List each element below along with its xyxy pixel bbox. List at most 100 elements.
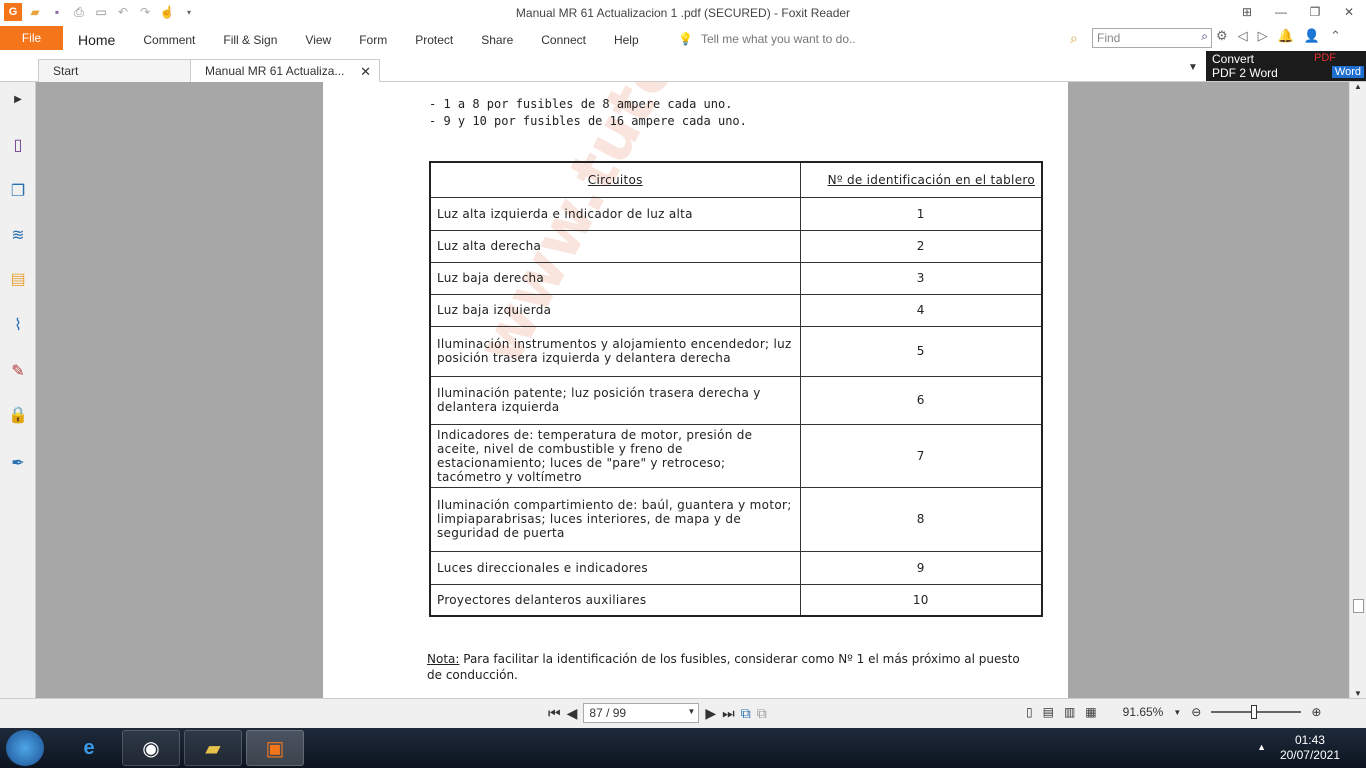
zoom-slider-knob[interactable] bbox=[1251, 705, 1258, 719]
number-cell: 8 bbox=[799, 486, 1043, 552]
scroll-down-icon[interactable]: ▼ bbox=[1354, 689, 1362, 698]
next-page-icon[interactable]: ▶ bbox=[705, 705, 716, 722]
number-cell: 1 bbox=[799, 196, 1043, 231]
grid-icon[interactable]: ⊞ bbox=[1230, 0, 1264, 24]
fuse-table: Circuitos Nº de identificación en el tab… bbox=[429, 161, 1043, 617]
pages-icon[interactable]: ❐ bbox=[7, 180, 29, 202]
expand-panel-icon[interactable]: ▶ bbox=[7, 88, 29, 110]
convert-pdf-to-word-ad[interactable]: Convert PDF 2 Word PDF Word bbox=[1206, 51, 1366, 81]
close-tab-icon[interactable]: ✕ bbox=[360, 64, 371, 80]
facing-page-icon[interactable]: ▥ bbox=[1064, 705, 1075, 719]
number-cell: 3 bbox=[799, 261, 1043, 295]
zoom-out-icon[interactable]: ⊖ bbox=[1191, 705, 1201, 719]
search-icon[interactable]: ⌕ bbox=[1201, 29, 1208, 44]
circuit-cell: Indicadores de: temperatura de motor, pr… bbox=[429, 423, 801, 488]
user-icon[interactable]: 👤 bbox=[1304, 28, 1320, 44]
zoom-dropdown-icon[interactable]: ▼ bbox=[1173, 708, 1181, 717]
scroll-thumb[interactable] bbox=[1353, 599, 1364, 613]
table-row: Luz baja izquierda 4 bbox=[429, 293, 1043, 327]
table-row: Luz alta izquierda e indicador de luz al… bbox=[429, 196, 1043, 231]
window-controls: ⊞ — ❐ ✕ bbox=[1230, 0, 1366, 24]
previous-view-icon[interactable]: ⧉ bbox=[741, 705, 751, 722]
menu-connect[interactable]: Connect bbox=[527, 26, 600, 53]
vertical-scrollbar[interactable]: ▲ ▼ bbox=[1349, 82, 1366, 698]
comments-icon[interactable]: ▤ bbox=[7, 268, 29, 290]
foxit-reader-taskbar-icon[interactable]: ▣ bbox=[246, 730, 304, 766]
lock-icon[interactable]: 🔒 bbox=[7, 404, 29, 426]
tray-expand-icon[interactable]: ▲ bbox=[1257, 742, 1266, 752]
scroll-up-icon[interactable]: ▲ bbox=[1354, 82, 1362, 91]
file-explorer-icon[interactable]: ▰ bbox=[184, 730, 242, 766]
search-folder-icon[interactable]: ⌕ bbox=[1070, 30, 1078, 47]
menu-comment[interactable]: Comment bbox=[129, 26, 209, 53]
chrome-icon[interactable]: ◉ bbox=[122, 730, 180, 766]
menu-form[interactable]: Form bbox=[345, 26, 401, 53]
table-row: Indicadores de: temperatura de motor, pr… bbox=[429, 423, 1043, 488]
tab-document-label: Manual MR 61 Actualiza... bbox=[205, 64, 345, 78]
page-indicator: 87 / 99 bbox=[589, 706, 627, 720]
settings-icon[interactable]: ⚙ bbox=[1216, 28, 1228, 44]
tab-start[interactable]: Start bbox=[38, 59, 192, 82]
start-button[interactable] bbox=[6, 730, 44, 766]
window-title: Manual MR 61 Actualizacion 1 .pdf (SECUR… bbox=[515, 6, 851, 20]
zoom-in-icon[interactable]: ⊕ bbox=[1311, 705, 1321, 719]
zoom-slider[interactable] bbox=[1211, 705, 1302, 719]
clock-date: 20/07/2021 bbox=[1279, 748, 1340, 762]
menu-fill-sign[interactable]: Fill & Sign bbox=[209, 26, 291, 53]
bell-icon[interactable]: 🔔 bbox=[1278, 28, 1294, 44]
circuit-cell: Proyectores delanteros auxiliares bbox=[429, 583, 801, 617]
layers-icon[interactable]: ≋ bbox=[7, 224, 29, 246]
collapse-ribbon-icon[interactable]: ⌃ bbox=[1330, 28, 1341, 44]
continuous-facing-icon[interactable]: ▦ bbox=[1085, 705, 1096, 719]
note-block: Nota: Para facilitar la identificación d… bbox=[427, 651, 1027, 683]
tab-list-dropdown-icon[interactable]: ▼ bbox=[1188, 62, 1198, 73]
page-number-input[interactable]: 87 / 99 ▼ bbox=[583, 703, 700, 723]
next-view-icon[interactable]: ⧉ bbox=[757, 705, 767, 722]
next-icon[interactable]: ▷ bbox=[1258, 28, 1268, 44]
ribbon-menu: Home Comment Fill & Sign View Form Prote… bbox=[64, 26, 653, 53]
convert-line1: Convert bbox=[1212, 52, 1255, 66]
header-identificacion: Nº de identificación en el tablero bbox=[799, 161, 1043, 198]
find-input[interactable]: Find ⌕ bbox=[1092, 28, 1212, 48]
number-cell: 6 bbox=[799, 375, 1043, 425]
continuous-page-icon[interactable]: ▤ bbox=[1043, 705, 1054, 719]
prev-icon[interactable]: ◁ bbox=[1238, 28, 1248, 44]
pdf-page: www.tutorino.com - 1 a 8 por fusibles de… bbox=[323, 82, 1068, 698]
menu-help[interactable]: Help bbox=[600, 26, 653, 53]
page-dropdown-icon[interactable]: ▼ bbox=[687, 707, 695, 716]
convert-line2: PDF 2 Word bbox=[1212, 66, 1278, 80]
restore-button[interactable]: ❐ bbox=[1298, 0, 1332, 24]
menu-home[interactable]: Home bbox=[64, 26, 129, 53]
last-page-icon[interactable]: ⏭ bbox=[722, 705, 735, 722]
single-page-icon[interactable]: ▯ bbox=[1026, 705, 1033, 719]
table-header-row: Circuitos Nº de identificación en el tab… bbox=[429, 161, 1043, 198]
file-tab[interactable]: File bbox=[0, 26, 63, 50]
circuit-cell: Luz alta izquierda e indicador de luz al… bbox=[429, 196, 801, 231]
clock-time: 01:43 bbox=[1294, 733, 1325, 747]
minimize-button[interactable]: — bbox=[1264, 0, 1298, 24]
menu-share[interactable]: Share bbox=[467, 26, 527, 53]
number-cell: 9 bbox=[799, 550, 1043, 585]
security-user-icon[interactable]: ✒ bbox=[7, 452, 29, 474]
zoom-value[interactable]: 91.65% bbox=[1123, 705, 1164, 719]
note-label: Nota: bbox=[427, 652, 460, 666]
circuit-cell: Iluminación patente; luz posición traser… bbox=[429, 375, 801, 425]
internet-explorer-icon[interactable]: e bbox=[60, 730, 118, 766]
attachment-icon[interactable]: ⌇ bbox=[7, 314, 29, 336]
system-clock[interactable]: 01:43 20/07/2021 bbox=[1280, 733, 1340, 763]
circuit-cell: Iluminación compartimiento de: baúl, gua… bbox=[429, 486, 801, 552]
tab-document[interactable]: Manual MR 61 Actualiza... ✕ bbox=[190, 59, 380, 82]
signature-icon[interactable]: ✎ bbox=[7, 360, 29, 382]
lightbulb-icon: 💡 bbox=[678, 32, 693, 46]
previous-page-icon[interactable]: ◀ bbox=[567, 705, 578, 722]
close-button[interactable]: ✕ bbox=[1332, 0, 1366, 24]
first-page-icon[interactable]: ⏮ bbox=[548, 705, 561, 722]
number-cell: 5 bbox=[799, 325, 1043, 377]
page-thumbnail-icon[interactable]: ▯ bbox=[7, 134, 29, 156]
title-bar: G ▰ ▪ ⎙ ▭ ↶ ↷ ☝ ▾ Manual MR 61 Actualiza… bbox=[0, 0, 1366, 26]
zoom-controls: ▯ ▤ ▥ ▦ 91.65% ▼ ⊖ ⊕ bbox=[1026, 705, 1321, 719]
menu-protect[interactable]: Protect bbox=[401, 26, 467, 53]
menu-view[interactable]: View bbox=[291, 26, 345, 53]
tell-me-box[interactable]: 💡 Tell me what you want to do.. bbox=[678, 32, 856, 46]
table-row: Iluminación instrumentos y alojamiento e… bbox=[429, 325, 1043, 377]
